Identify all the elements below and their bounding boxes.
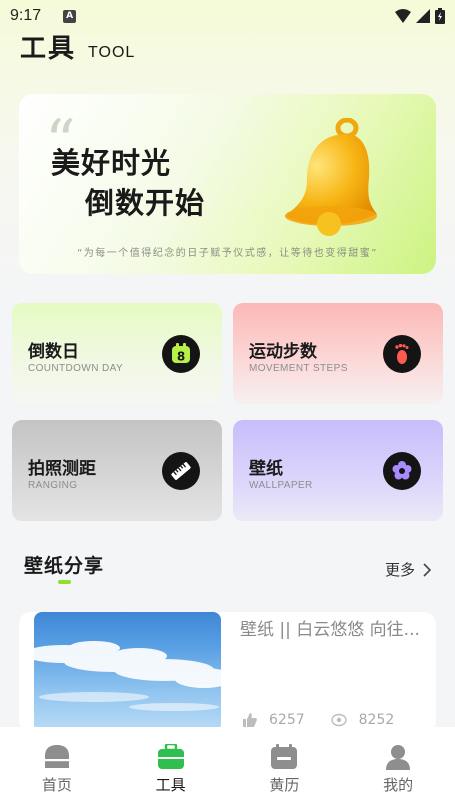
page-header: 工具 TOOL	[20, 28, 135, 65]
tab-tools[interactable]: 工具	[114, 727, 228, 810]
tab-label: 首页	[41, 776, 72, 794]
tab-label: 工具	[155, 776, 186, 794]
tab-label: 我的	[383, 776, 414, 794]
bell-icon	[285, 118, 377, 236]
tool-card-title: 拍照测距	[28, 459, 96, 479]
wifi-icon	[395, 9, 411, 23]
banner-motto: “为每一个值得纪念的日子赋予仪式感，让等待也变得甜蜜”	[77, 248, 378, 259]
ruler-icon	[162, 452, 200, 490]
wallpaper-thumbnail[interactable]	[34, 612, 221, 732]
status-notification-indicator: A	[63, 9, 77, 23]
tool-card-title: 倒数日	[28, 342, 79, 362]
tool-card-subtitle: MOVEMENT STEPS	[249, 363, 348, 374]
status-icons	[395, 8, 445, 24]
section-underline	[58, 580, 71, 584]
profile-icon	[386, 745, 411, 770]
svg-text:8: 8	[177, 350, 185, 364]
countdown-banner[interactable]: “ 美好时光 倒数开始 “为每一个值得纪念的日子赋予仪式感，让等待也变得甜蜜”	[19, 94, 436, 274]
tab-label: 黄历	[269, 776, 300, 794]
page-title: 工具	[20, 34, 77, 64]
almanac-calendar-icon	[271, 744, 298, 769]
view-count: 8252	[358, 712, 395, 728]
toolbox-icon	[157, 744, 184, 769]
flower-icon	[383, 452, 421, 490]
chevron-right-icon	[423, 562, 432, 577]
tool-card-steps[interactable]: 运动步数 MOVEMENT STEPS	[233, 303, 443, 404]
tool-card-title: 运动步数	[249, 342, 317, 362]
tool-card-subtitle: WALLPAPER	[249, 480, 313, 491]
like-count: 6257	[269, 712, 305, 728]
wallpaper-item[interactable]: 壁纸 || 白云悠悠 向往... 6257 8252	[19, 612, 436, 732]
more-link[interactable]: 更多	[385, 559, 432, 580]
tool-card-ranging[interactable]: 拍照测距 RANGING	[12, 420, 222, 521]
tab-almanac[interactable]: 黄历	[228, 727, 342, 810]
like-icon	[243, 713, 257, 727]
view-icon	[330, 713, 347, 727]
tab-profile[interactable]: 我的	[341, 727, 455, 810]
wallpaper-title: 壁纸 || 白云悠悠 向往...	[240, 620, 420, 640]
tool-card-subtitle: COUNTDOWN DAY	[28, 363, 124, 374]
tab-home[interactable]: 首页	[0, 727, 114, 810]
signal-icon	[416, 9, 430, 23]
section-title: 壁纸分享	[24, 555, 105, 577]
page-subtitle: TOOL	[88, 44, 136, 61]
status-time: 9:17	[10, 7, 42, 24]
wallpaper-stats: 6257 8252	[241, 712, 394, 728]
bottom-tab-bar: 首页 工具 黄历 我的	[0, 727, 455, 810]
tool-card-countdown[interactable]: 倒数日 COUNTDOWN DAY 8	[12, 303, 222, 404]
banner-headline-2: 倒数开始	[85, 186, 206, 220]
footprint-icon	[383, 335, 421, 373]
more-label: 更多	[385, 561, 416, 579]
banner-headline-1: 美好时光	[51, 146, 172, 180]
tool-card-title: 壁纸	[249, 459, 283, 479]
calendar-8-icon: 8	[162, 335, 200, 373]
tool-card-subtitle: RANGING	[28, 480, 78, 491]
battery-icon	[435, 8, 445, 24]
home-icon	[44, 745, 69, 768]
tool-card-wallpaper[interactable]: 壁纸 WALLPAPER	[233, 420, 443, 521]
